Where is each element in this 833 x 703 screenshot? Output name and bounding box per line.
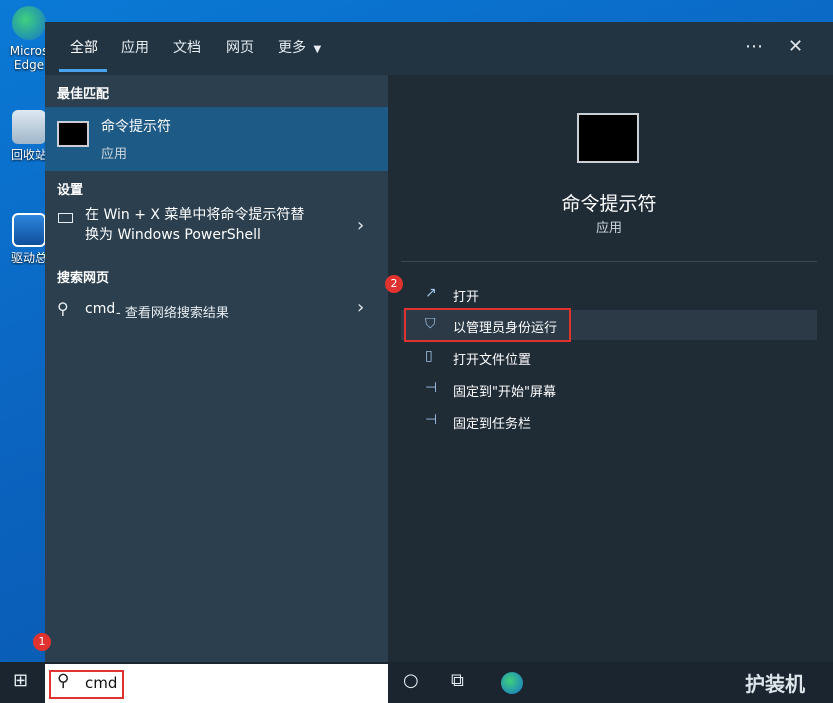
chevron-down-icon: ▼ xyxy=(313,44,322,55)
preview-pane: 命令提示符 应用 ↗ 打开 ⛉ 以管理员身份运行 ▯ 打开文件位置 ⊣ 固定到"… xyxy=(401,87,817,662)
action-pin-to-taskbar[interactable]: ⊣ 固定到任务栏 xyxy=(401,406,817,436)
recycle-bin-icon xyxy=(12,110,46,144)
preview-header: 命令提示符 应用 xyxy=(401,87,817,262)
watermark: 护装机 xyxy=(745,672,805,696)
result-title: 命令提示符 xyxy=(101,119,171,135)
step-badge-2: 2 xyxy=(385,275,403,293)
command-prompt-large-icon xyxy=(577,113,639,163)
web-search-result[interactable]: ⚲ cmd - 查看网络搜索结果 › xyxy=(45,297,388,323)
tab-documents[interactable]: 文档 xyxy=(173,39,201,57)
active-tab-indicator xyxy=(59,69,107,72)
highlight-search-box xyxy=(49,670,124,699)
chevron-right-icon[interactable]: › xyxy=(357,297,364,318)
close-icon[interactable]: ✕ xyxy=(788,36,803,57)
settings-result-line2: 换为 Windows PowerShell xyxy=(85,227,261,243)
filter-tabs-bar: 全部 应用 文档 网页 更多 ▼ ⋯ ✕ xyxy=(45,22,833,75)
section-header-settings: 设置 xyxy=(57,183,84,198)
tab-more-label: 更多 xyxy=(278,40,306,56)
action-open[interactable]: ↗ 打开 xyxy=(401,279,817,309)
pin-icon: ⊣ xyxy=(425,412,438,428)
web-search-suffix: - 查看网络搜索结果 xyxy=(116,306,229,321)
tab-more[interactable]: 更多 ▼ xyxy=(278,39,321,59)
action-label: 打开文件位置 xyxy=(453,353,532,368)
settings-result[interactable]: 在 Win + X 菜单中将命令提示符替 换为 Windows PowerShe… xyxy=(45,203,388,253)
result-subtitle: 应用 xyxy=(101,147,128,162)
action-label: 打开 xyxy=(453,290,480,305)
tab-all[interactable]: 全部 xyxy=(70,39,98,57)
cortana-icon[interactable]: ○ xyxy=(403,670,419,691)
step-badge-1: 1 xyxy=(33,633,51,651)
action-label: 固定到"开始"屏幕 xyxy=(453,385,556,400)
edge-icon xyxy=(12,6,46,40)
search-icon: ⚲ xyxy=(57,299,69,318)
section-header-best-match: 最佳匹配 xyxy=(57,87,110,102)
folder-icon: ▯ xyxy=(425,348,433,364)
search-panel: 全部 应用 文档 网页 更多 ▼ ⋯ ✕ 最佳匹配 命令提示符 应用 设置 在 … xyxy=(45,22,833,662)
monitor-icon xyxy=(58,213,73,223)
action-label: 固定到任务栏 xyxy=(453,417,532,432)
command-prompt-icon xyxy=(57,121,89,147)
edge-taskbar-icon[interactable] xyxy=(501,672,523,694)
web-search-query: cmd xyxy=(85,301,116,317)
driver-app-icon xyxy=(12,213,46,247)
best-match-result[interactable]: 命令提示符 应用 xyxy=(45,107,388,171)
action-open-file-location[interactable]: ▯ 打开文件位置 xyxy=(401,342,817,372)
preview-subtitle: 应用 xyxy=(595,221,622,236)
results-list: 最佳匹配 命令提示符 应用 设置 在 Win + X 菜单中将命令提示符替 换为… xyxy=(45,75,388,662)
tab-web[interactable]: 网页 xyxy=(226,39,254,57)
action-pin-to-start[interactable]: ⊣ 固定到"开始"屏幕 xyxy=(401,374,817,404)
taskbar: ⊞ ⚲ cmd ○ ⧉ 护装机 xyxy=(0,662,833,703)
windows-start-icon[interactable]: ⊞ xyxy=(13,670,28,691)
preview-title: 命令提示符 xyxy=(561,193,657,215)
more-options-icon[interactable]: ⋯ xyxy=(745,36,763,57)
chevron-right-icon[interactable]: › xyxy=(357,215,364,236)
task-view-icon[interactable]: ⧉ xyxy=(451,670,464,691)
section-header-web: 搜索网页 xyxy=(57,271,110,286)
open-icon: ↗ xyxy=(425,285,437,301)
settings-result-line1: 在 Win + X 菜单中将命令提示符替 xyxy=(85,207,305,223)
highlight-run-as-admin xyxy=(404,308,571,342)
tab-apps[interactable]: 应用 xyxy=(121,39,149,57)
pin-icon: ⊣ xyxy=(425,380,438,396)
